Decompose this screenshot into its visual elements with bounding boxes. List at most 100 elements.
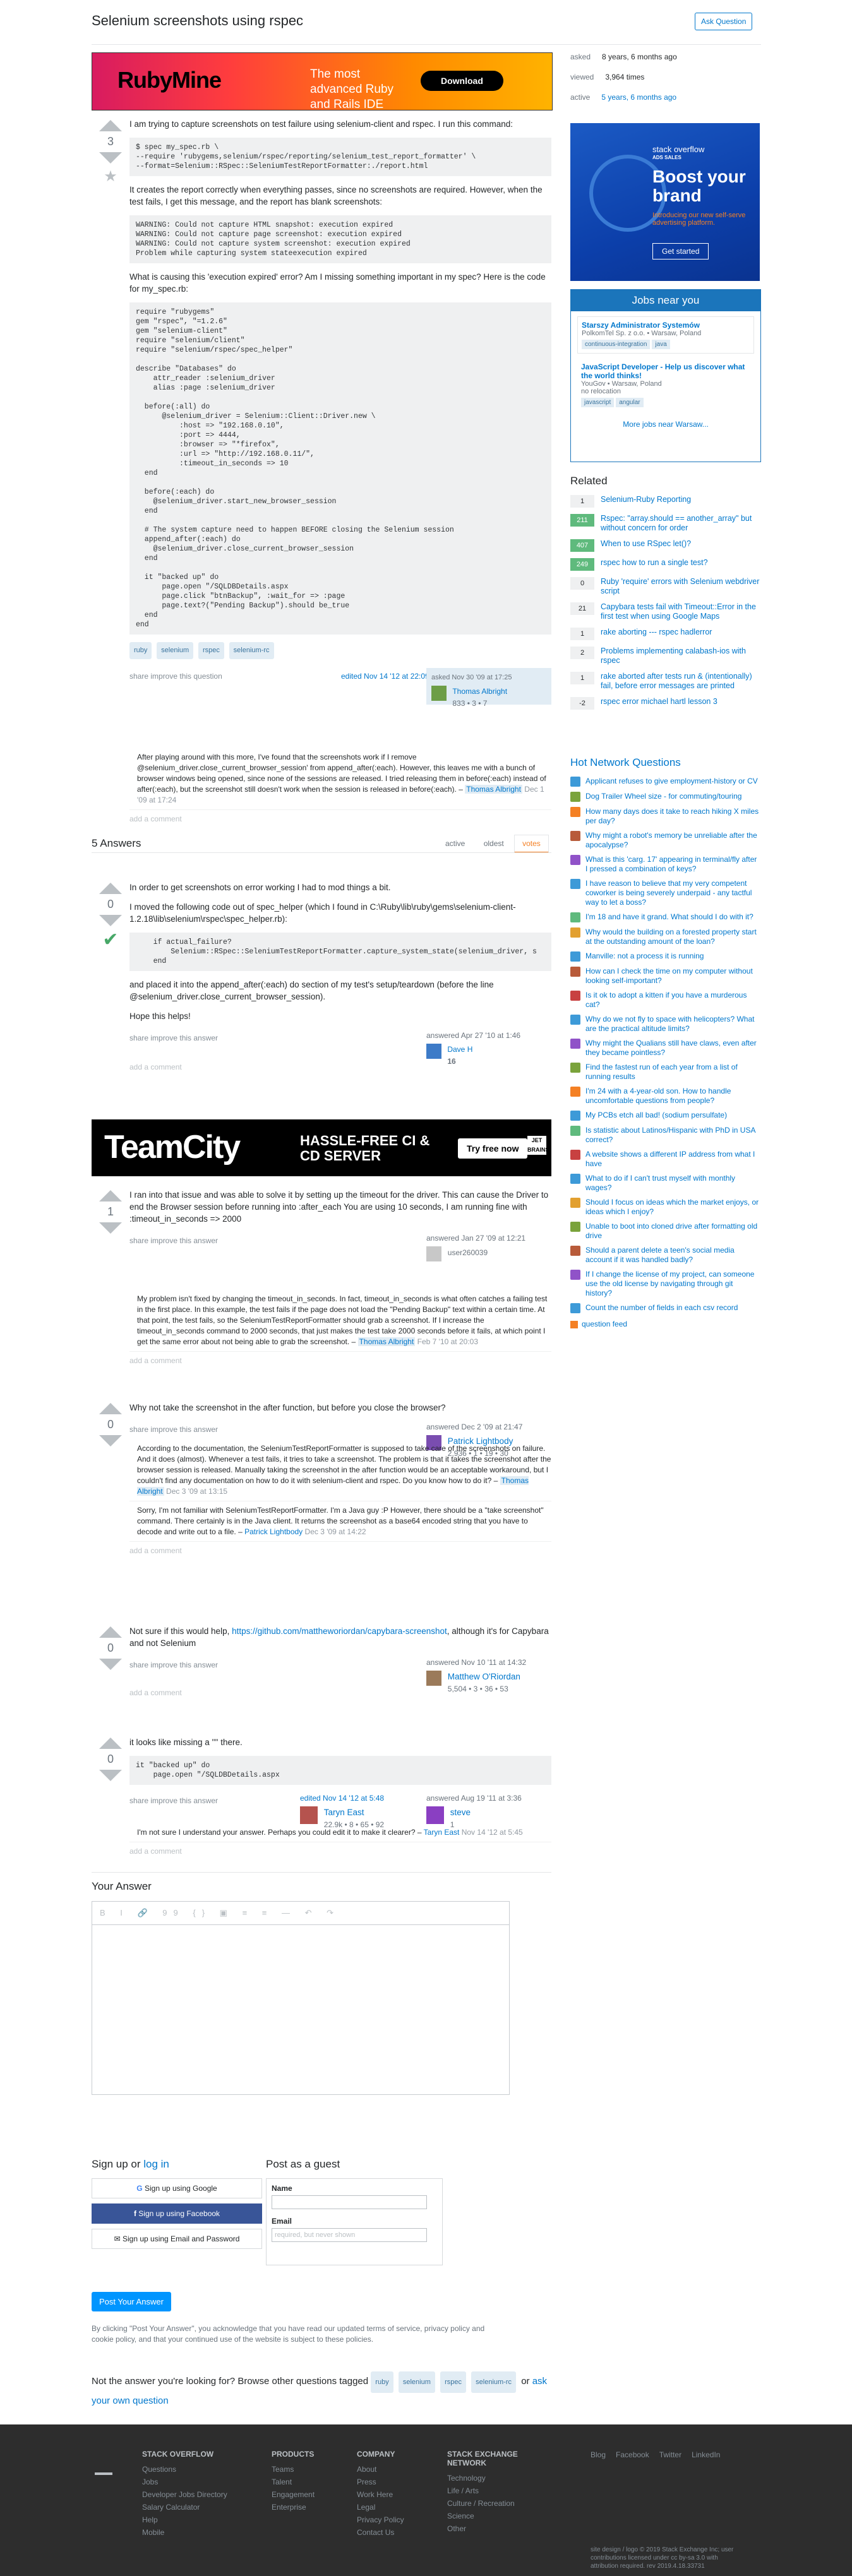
footer-heading[interactable]: STACK OVERFLOW <box>142 2450 227 2459</box>
related-question[interactable]: 2 Problems implementing calabash-ios with… <box>570 647 760 665</box>
tag[interactable]: selenium <box>398 2371 435 2393</box>
avatar[interactable] <box>300 1806 318 1824</box>
hot-question-link[interactable]: Why do we not fly to space with helicopt… <box>585 1015 760 1034</box>
hot-question-link[interactable]: What is this 'carg. 17' appearing in ter… <box>585 855 760 874</box>
hot-question-link[interactable]: Find the fastest run of each year from a… <box>585 1063 760 1082</box>
hot-question[interactable]: What is this 'carg. 17' appearing in ter… <box>570 855 760 874</box>
related-link[interactable]: Rspec: "array.should == another_array" b… <box>601 514 760 533</box>
related-link[interactable]: Ruby 'require' errors with Selenium webd… <box>601 577 760 596</box>
email-signup-button[interactable]: ✉ Sign up using Email and Password <box>92 2229 262 2249</box>
social-link[interactable]: LinkedIn <box>692 2450 720 2459</box>
rubymine-ad[interactable]: RubyMine The most advanced Ruby and Rail… <box>92 52 553 110</box>
related-link[interactable]: When to use RSpec let()? <box>601 539 691 552</box>
related-link[interactable]: Capybara tests fail with Timeout::Error … <box>601 602 760 621</box>
hot-question[interactable]: Should I focus on ideas which the market… <box>570 1198 760 1217</box>
comment-user[interactable]: Taryn East <box>424 1828 460 1837</box>
related-question[interactable]: -2 rspec error michael hartl lesson 3 <box>570 697 760 710</box>
post-menu[interactable]: share improve this question <box>129 671 222 683</box>
footer-link[interactable]: Help <box>142 2515 227 2524</box>
footer-link[interactable]: Legal <box>357 2503 404 2512</box>
hot-question[interactable]: How many days does it take to reach hiki… <box>570 807 760 826</box>
job-tag[interactable]: javascript <box>581 398 615 407</box>
answer-editor[interactable]: B I 🔗 99 {} ▣ ≡ ≡ — ↶ ↷ <box>92 1901 510 2095</box>
avatar[interactable] <box>426 1246 441 1261</box>
hot-question-link[interactable]: How many days does it take to reach hiki… <box>585 807 760 826</box>
job-title[interactable]: JavaScript Developer - Help us discover … <box>581 362 750 380</box>
avatar[interactable] <box>426 1806 444 1824</box>
footer-link[interactable]: Other <box>447 2524 536 2533</box>
footer-link[interactable]: Work Here <box>357 2490 404 2499</box>
hot-question[interactable]: I'm 18 and have it grand. What should I … <box>570 912 760 922</box>
post-menu[interactable]: share improve this answer <box>129 1795 218 1807</box>
upvote-icon[interactable] <box>99 120 122 131</box>
avatar[interactable] <box>431 686 447 701</box>
downvote-icon[interactable] <box>99 152 122 164</box>
tab-votes[interactable]: votes <box>514 835 549 853</box>
hot-question[interactable]: Applicant refuses to give employment-his… <box>570 777 760 787</box>
hot-question-link[interactable]: Applicant refuses to give employment-his… <box>585 777 758 787</box>
hot-question[interactable]: Why would the building on a forested pro… <box>570 927 760 946</box>
upvote-icon[interactable] <box>99 1403 122 1414</box>
comment-user[interactable]: Thomas Albright <box>465 785 522 794</box>
related-question[interactable]: 1 rake aborting --- rspec hadlerror <box>570 628 760 640</box>
hot-question[interactable]: Find the fastest run of each year from a… <box>570 1063 760 1082</box>
user-link[interactable]: Matthew O'Riordan <box>448 1672 520 1681</box>
hot-question-link[interactable]: If I change the license of my project, c… <box>585 1270 760 1298</box>
hot-question-link[interactable]: Why might the Qualians still have claws,… <box>585 1039 760 1058</box>
hot-question-link[interactable]: How can I check the time on my computer … <box>585 967 760 986</box>
downvote-icon[interactable] <box>99 1435 122 1446</box>
hot-question[interactable]: Unable to boot into cloned drive after f… <box>570 1222 760 1241</box>
job-listing[interactable]: Starszy Administrator Systemów PolkomTel… <box>577 316 754 354</box>
related-link[interactable]: rake aborted after tests run & (intentio… <box>601 672 760 691</box>
related-link[interactable]: rake aborting --- rspec hadlerror <box>601 628 712 640</box>
footer-link[interactable]: Questions <box>142 2465 227 2474</box>
hot-question-link[interactable]: Why might a robot's memory be unreliable… <box>585 831 760 850</box>
add-comment-link[interactable]: add a comment <box>129 814 551 825</box>
hot-question[interactable]: Is it ok to adopt a kitten if you have a… <box>570 991 760 1010</box>
hot-question-link[interactable]: A website shows a different IP address f… <box>585 1150 760 1169</box>
footer-link[interactable]: About <box>357 2465 404 2474</box>
email-input[interactable]: required, but never shown <box>272 2228 427 2242</box>
get-started-button[interactable]: Get started <box>652 243 709 259</box>
tag[interactable]: ruby <box>129 642 152 659</box>
hot-question-link[interactable]: Count the number of fields in each csv r… <box>585 1303 738 1313</box>
downvote-icon[interactable] <box>99 1770 122 1781</box>
teamcity-ad[interactable]: TeamCity HASSLE-FREE CI & CD SERVER Try … <box>92 1119 551 1176</box>
hot-question-link[interactable]: Unable to boot into cloned drive after f… <box>585 1222 760 1241</box>
footer-link[interactable]: Technology <box>447 2474 536 2483</box>
hot-question[interactable]: My PCBs etch all bad! (sodium persulfate… <box>570 1111 760 1121</box>
hot-question-link[interactable]: Why would the building on a forested pro… <box>585 927 760 946</box>
hot-question-link[interactable]: Is it ok to adopt a kitten if you have a… <box>585 991 760 1010</box>
related-link[interactable]: Problems implementing calabash-ios with … <box>601 647 760 665</box>
footer-heading[interactable]: COMPANY <box>357 2450 404 2459</box>
related-link[interactable]: Selenium-Ruby Reporting <box>601 495 691 508</box>
footer-link[interactable]: Culture / Recreation <box>447 2499 536 2508</box>
post-menu[interactable]: share improve this answer <box>129 1032 218 1044</box>
related-question[interactable]: 211 Rspec: "array.should == another_array… <box>570 514 760 533</box>
related-link[interactable]: rspec error michael hartl lesson 3 <box>601 697 717 710</box>
edited-date[interactable]: edited Nov 14 '12 at 5:48 <box>300 1792 415 1804</box>
more-jobs-link[interactable]: More jobs near Warsaw... <box>623 420 709 429</box>
tag[interactable]: selenium <box>157 642 194 659</box>
capybara-screenshot-link[interactable]: https://github.com/mattheworiordan/capyb… <box>232 1626 447 1636</box>
job-tag[interactable]: angular <box>616 398 644 407</box>
hot-question[interactable]: Why might the Qualians still have claws,… <box>570 1039 760 1058</box>
add-comment-link[interactable]: add a comment <box>129 1356 551 1366</box>
downvote-icon[interactable] <box>99 915 122 926</box>
footer-link[interactable]: Developer Jobs Directory <box>142 2490 227 2499</box>
job-tag[interactable]: java <box>652 340 670 349</box>
hot-question[interactable]: Is statistic about Latinos/Hispanic with… <box>570 1126 760 1145</box>
download-button[interactable]: Download <box>421 71 503 91</box>
job-listing[interactable]: JavaScript Developer - Help us discover … <box>577 359 754 411</box>
tag[interactable]: ruby <box>371 2371 393 2393</box>
footer-link[interactable]: Science <box>447 2512 536 2520</box>
tab-oldest[interactable]: oldest <box>476 835 512 852</box>
footer-heading[interactable]: STACK EXCHANGE NETWORK <box>447 2450 536 2467</box>
related-question[interactable]: 1 Selenium-Ruby Reporting <box>570 495 760 508</box>
hot-question[interactable]: If I change the license of my project, c… <box>570 1270 760 1298</box>
post-menu[interactable]: share improve this answer <box>129 1424 218 1436</box>
footer-link[interactable]: Enterprise <box>272 2503 315 2512</box>
footer-link[interactable]: Talent <box>272 2478 315 2486</box>
hot-question-link[interactable]: Should I focus on ideas which the market… <box>585 1198 760 1217</box>
comment-user[interactable]: Thomas Albright <box>357 1337 416 1346</box>
